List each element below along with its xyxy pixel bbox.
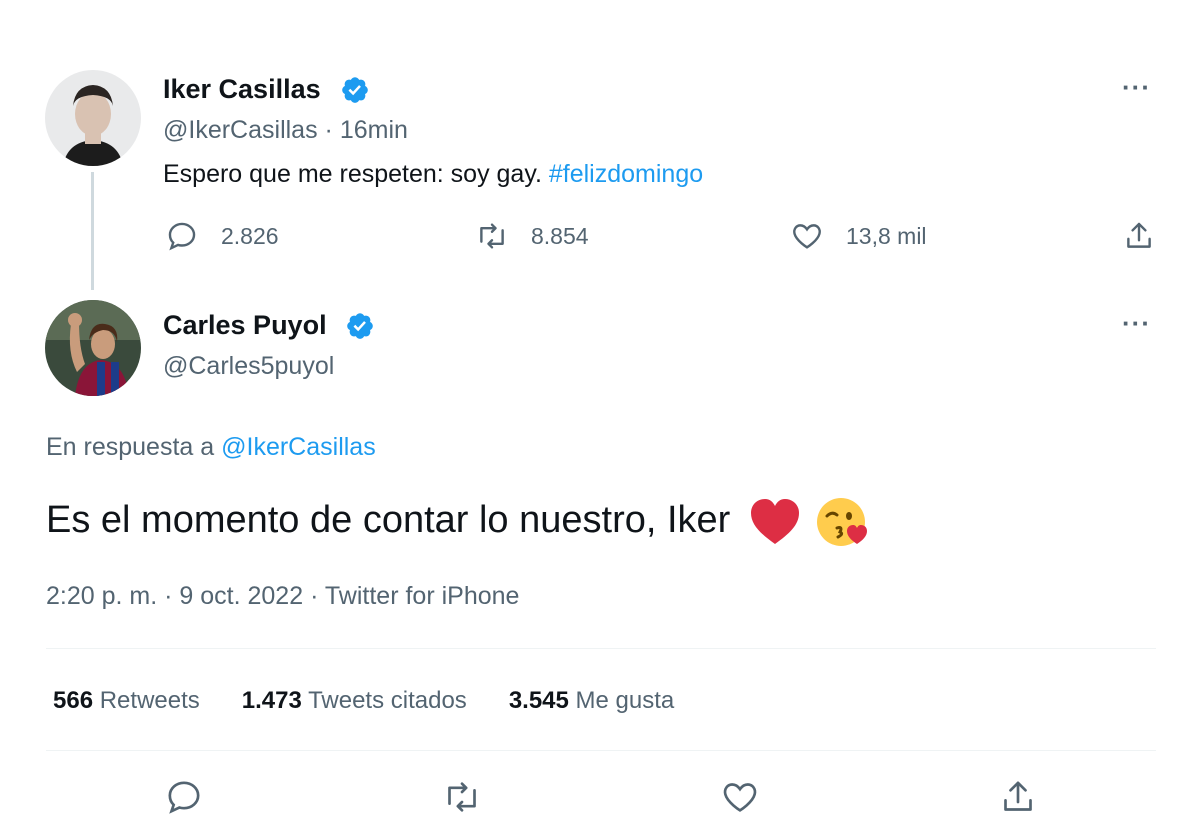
divider — [46, 648, 1156, 649]
share-action[interactable] — [1122, 219, 1156, 253]
like-action[interactable]: 13,8 mil — [790, 219, 927, 253]
tweet-meta: 2:20 p. m. · 9 oct. 2022 · Twitter for i… — [46, 582, 519, 611]
heart-icon — [793, 224, 821, 249]
avatar-carles-puyol[interactable] — [45, 300, 141, 396]
retweet-count: 8.854 — [531, 222, 589, 249]
retweet-action[interactable]: 8.854 — [475, 219, 589, 253]
author-handle[interactable]: @Carles5puyol — [163, 352, 334, 381]
tweet-text: Espero que me respeten: soy gay. #felizd… — [163, 160, 703, 189]
retweet-icon — [448, 782, 476, 812]
reply-prefix: En respuesta a — [46, 433, 215, 461]
avatar-iker-casillas[interactable] — [45, 70, 141, 166]
reply-icon — [168, 781, 200, 814]
retweets-label: Retweets — [99, 687, 200, 714]
reply-icon — [168, 222, 196, 251]
avatar-image — [45, 300, 141, 396]
share-icon — [1004, 781, 1032, 811]
separator: · — [324, 116, 333, 144]
retweet-icon — [480, 223, 504, 249]
reply-mention-link[interactable]: @IkerCasillas — [221, 433, 376, 461]
tweet-date[interactable]: 9 oct. 2022 — [179, 582, 303, 610]
quotes-count: 1.473 — [241, 687, 302, 714]
reply-context: En respuesta a @IkerCasillas — [46, 433, 376, 462]
tweet-body: Espero que me respeten: soy gay. — [163, 160, 542, 188]
heart-icon — [723, 783, 757, 812]
retweets-stat[interactable]: 566 Retweets — [53, 687, 200, 715]
reply-button[interactable] — [164, 777, 204, 822]
author-handle[interactable]: @IkerCasillas — [163, 116, 318, 144]
red-heart-emoji — [747, 494, 803, 550]
reply-action[interactable]: 2.826 — [165, 219, 279, 253]
tweet-time[interactable]: 2:20 p. m. — [46, 582, 157, 610]
more-options-icon[interactable]: ··· — [1122, 308, 1151, 339]
share-button[interactable] — [998, 777, 1038, 822]
likes-stat[interactable]: 3.545 Me gusta — [509, 687, 674, 715]
thread-line — [91, 172, 94, 290]
verified-badge-icon — [345, 311, 375, 346]
more-options-icon[interactable]: ··· — [1122, 72, 1151, 103]
separator: · — [164, 582, 173, 610]
verified-badge-icon — [340, 75, 370, 110]
retweets-count: 566 — [53, 687, 94, 714]
author-name[interactable]: Carles Puyol — [163, 310, 327, 341]
tweet-body: Es el momento de contar lo nuestro, Iker — [46, 499, 731, 542]
author-name[interactable]: Iker Casillas — [163, 74, 321, 105]
divider — [46, 750, 1156, 751]
author-handle-line: @IkerCasillas · 16min — [163, 116, 408, 145]
avatar-image — [45, 70, 141, 166]
share-icon — [1127, 222, 1151, 248]
hashtag-link[interactable]: #felizdomingo — [549, 160, 703, 188]
quotes-label: Tweets citados — [308, 687, 467, 714]
quotes-stat[interactable]: 1.473 Tweets citados — [242, 687, 467, 715]
like-count: 13,8 mil — [846, 222, 927, 249]
tweet-text: Es el momento de contar lo nuestro, Iker — [46, 494, 869, 550]
likes-label: Me gusta — [575, 687, 675, 714]
separator: · — [310, 582, 319, 610]
tweet-source[interactable]: Twitter for iPhone — [325, 582, 520, 610]
tweet-stats: 566 Retweets 1.473 Tweets citados 3.545 … — [53, 687, 674, 715]
retweet-button[interactable] — [442, 777, 482, 822]
like-button[interactable] — [720, 777, 760, 822]
reply-count: 2.826 — [221, 222, 279, 249]
likes-count: 3.545 — [508, 687, 569, 714]
tweet-time[interactable]: 16min — [340, 116, 408, 144]
kissing-face-emoji — [813, 494, 869, 550]
